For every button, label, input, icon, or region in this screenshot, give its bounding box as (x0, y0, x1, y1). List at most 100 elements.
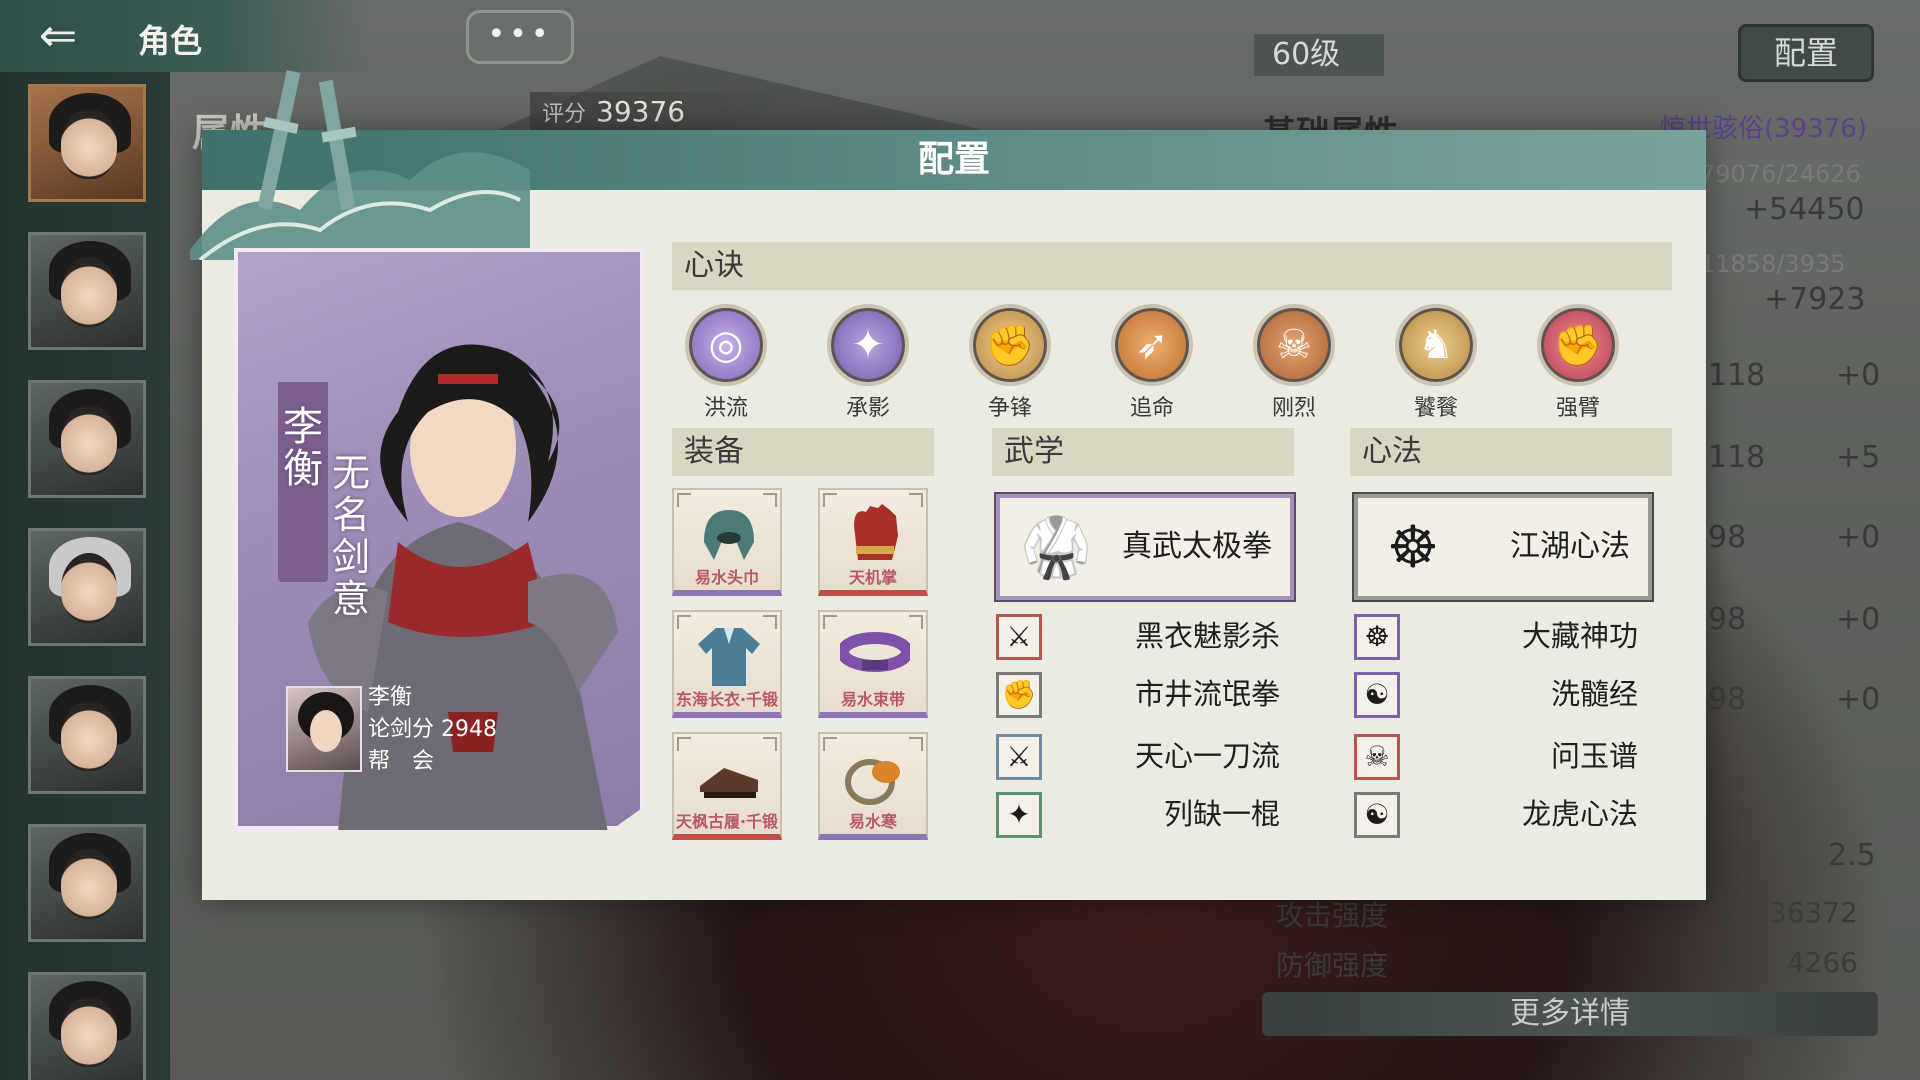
xinfa-sub-name: 大藏神功 (1521, 619, 1638, 653)
xinjue-item[interactable]: ◎ 洪流 (678, 304, 774, 422)
dash-icon: ➶ (1111, 304, 1193, 386)
xinjue-label: 强臂 (1555, 396, 1600, 421)
xinfa-sub-slot[interactable]: ☸ 大藏神功 (1354, 612, 1652, 660)
xinjue-label: 追命 (1129, 396, 1174, 421)
xinjue-item[interactable]: ✊ 强臂 (1530, 304, 1626, 422)
chat-bubble-icon[interactable]: ••• (466, 10, 574, 64)
xinjue-label: 承影 (845, 396, 890, 421)
character-portrait[interactable] (28, 528, 146, 646)
swirl-icon: ◎ (685, 304, 767, 386)
skill-figure-icon: ✦ (996, 792, 1042, 838)
stat-base-value: 79076/24626 (1700, 160, 1861, 188)
stat-base-value: 11858/3935 (1700, 250, 1846, 278)
xinfa-sub-slot[interactable]: ☯ 洗髓经 (1354, 670, 1652, 718)
attack-value: 36372 (1768, 896, 1858, 929)
wuxue-sub-slot[interactable]: ⚔ 黑衣魅影杀 (996, 612, 1294, 660)
section-header-xinjue: 心诀 (672, 242, 1672, 290)
stat-value: 98 (1708, 520, 1747, 555)
equip-slot-belt[interactable]: 易水束带 (818, 610, 928, 718)
xinjue-label: 刚烈 (1271, 396, 1316, 421)
meditation-icon: ☸ (1354, 614, 1400, 660)
wuxue-main-name: 真武太极拳 (1122, 529, 1272, 564)
stat-value: 118 (1708, 358, 1766, 393)
meditation-icon: ☯ (1354, 792, 1400, 838)
equip-slot-body[interactable]: 东海长衣·千锻 (672, 610, 782, 718)
stat-bonus: +0 (1836, 358, 1881, 393)
wuxue-sub-slot[interactable]: ✊ 市井流氓拳 (996, 670, 1294, 718)
section-header-xinfa: 心法 (1350, 428, 1672, 476)
character-portrait[interactable] (28, 84, 146, 202)
xinjue-label: 洪流 (703, 396, 748, 421)
stat-bonus-value: +54450 (1744, 192, 1865, 227)
gauntlet-icon (854, 504, 898, 560)
equip-slot-feet[interactable]: 天枫古履·千锻 (672, 732, 782, 840)
avatar (286, 686, 362, 772)
defense-value: 4266 (1786, 946, 1858, 979)
equip-name: 易水头巾 (694, 568, 759, 587)
xinfa-main-name: 江湖心法 (1510, 529, 1630, 564)
stat-value: 118 (1708, 440, 1766, 475)
character-portrait[interactable] (28, 232, 146, 350)
config-modal: 配置 李衡 无名剑意 李衡 论剑分 2948 帮 会 心诀 ◎ 洪流 ✦ 承影 … (190, 70, 1706, 900)
xinjue-label: 饕餮 (1413, 396, 1458, 421)
strong-arm-icon: ✊ (1537, 304, 1619, 386)
xinfa-main-slot[interactable]: ☸ 江湖心法 (1352, 492, 1654, 602)
score-pill: 评分 39376 (530, 92, 790, 132)
wuxue-main-slot[interactable]: 🥋 真武太极拳 (994, 492, 1296, 602)
shoes-icon (700, 768, 758, 798)
decorative-wave-icon (190, 70, 530, 260)
character-name: 李衡 (283, 404, 323, 492)
xinjue-item[interactable]: ✊ 争锋 (962, 304, 1058, 422)
page-title: 角色 (138, 22, 203, 60)
stat-bonus-value: +7923 (1764, 282, 1866, 317)
martial-pose-icon: 🥋 (1020, 513, 1093, 581)
wuxue-sub-slot[interactable]: ✦ 列缺一棍 (996, 790, 1294, 838)
xinjue-label: 争锋 (987, 396, 1032, 421)
skill-figure-icon: ⚔ (996, 734, 1042, 780)
headscarf-icon (704, 510, 754, 560)
equip-name: 易水束带 (840, 690, 905, 709)
character-info: 李衡 论剑分 2948 帮 会 (368, 682, 497, 778)
section-header-wuxue: 武学 (992, 428, 1294, 476)
xinfa-sub-slot[interactable]: ☯ 龙虎心法 (1354, 790, 1652, 838)
equip-slot-head[interactable]: 易水头巾 (672, 488, 782, 596)
xinfa-sub-name: 龙虎心法 (1521, 797, 1638, 831)
blade-shadow-icon: ✦ (827, 304, 909, 386)
meditation-icon: ☯ (1354, 672, 1400, 718)
wuxue-sub-name: 列缺一棍 (1163, 797, 1280, 831)
wuxue-sub-slot[interactable]: ⚔ 天心一刀流 (996, 732, 1294, 780)
info-name: 李衡 (368, 685, 413, 710)
xinjue-item[interactable]: ♞ 饕餮 (1388, 304, 1484, 422)
stat-bonus: +0 (1836, 602, 1881, 637)
xinfa-sub-name: 洗髓经 (1550, 677, 1638, 711)
equip-name: 天机掌 (848, 568, 897, 587)
back-arrow-icon[interactable]: ⇐ (18, 10, 98, 60)
xinjue-item[interactable]: ➶ 追命 (1104, 304, 1200, 422)
character-portrait[interactable] (28, 824, 146, 942)
stat-bonus: +0 (1836, 520, 1881, 555)
stat-value: 98 (1708, 682, 1747, 717)
character-portrait[interactable] (28, 380, 146, 498)
info-guild: 帮 会 (368, 749, 435, 774)
character-portrait[interactable] (28, 972, 146, 1080)
equip-slot-hands[interactable]: 天机掌 (818, 488, 928, 596)
ring-icon (845, 759, 900, 805)
fist-icon: ✊ (969, 304, 1051, 386)
xinjue-item[interactable]: ✦ 承影 (820, 304, 916, 422)
xinfa-sub-slot[interactable]: ☠ 问玉谱 (1354, 732, 1652, 780)
character-portrait-list (28, 84, 146, 1080)
wuxue-sub-name: 市井流氓拳 (1134, 677, 1280, 711)
score-label: 评分 (542, 102, 587, 127)
more-details-button[interactable]: 更多详情 (1262, 992, 1878, 1036)
fierce-face-icon: ☠ (1253, 304, 1335, 386)
config-button[interactable]: 配置 (1738, 24, 1874, 82)
skill-figure-icon: ✊ (996, 672, 1042, 718)
equip-name: 天枫古履·千锻 (675, 812, 779, 831)
equip-slot-accessory[interactable]: 易水寒 (818, 732, 928, 840)
character-portrait[interactable] (28, 676, 146, 794)
section-header-equipment: 装备 (672, 428, 934, 476)
wuxue-sub-name: 天心一刀流 (1134, 739, 1280, 773)
misc-stat-value: 2.5 (1828, 838, 1876, 873)
xinjue-item[interactable]: ☠ 刚烈 (1246, 304, 1342, 422)
xinfa-sub-name: 问玉谱 (1550, 739, 1638, 773)
